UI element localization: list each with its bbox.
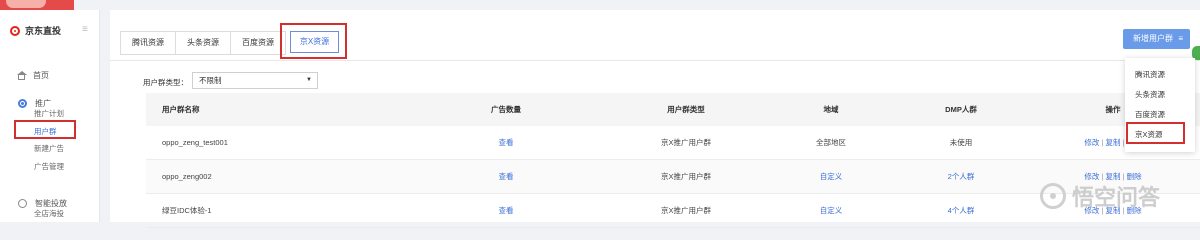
sidebar-item-campaigns[interactable]: 推广计划 xyxy=(34,108,64,119)
new-user-group-label: 新增用户群 xyxy=(1133,34,1173,43)
sidebar-item-new-ad[interactable]: 新建广告 xyxy=(34,143,64,154)
menu-toggle-icon[interactable]: ≡ xyxy=(82,24,88,35)
promo-icon xyxy=(18,99,27,108)
user-group-type: 京X推广用户群 xyxy=(660,172,711,181)
resource-tabs: 腾讯资源 头条资源 百度资源 xyxy=(120,31,286,55)
jd-logo-icon xyxy=(10,25,20,36)
region-custom-link[interactable]: 自定义 xyxy=(766,171,896,182)
table-row: oppo_zeng_test001 查看 京X推广用户群 全部地区 未使用 修改… xyxy=(146,126,1200,160)
filter-label: 用户群类型： xyxy=(143,78,188,87)
user-group-type: 京X推广用户群 xyxy=(660,206,711,215)
view-ads-link[interactable]: 查看 xyxy=(406,171,606,182)
select-value: 不限制 xyxy=(199,76,222,85)
sidebar-item-home[interactable]: 首页 xyxy=(17,70,49,81)
dmp-value: 未使用 xyxy=(949,138,973,147)
dmp-link[interactable]: 2个人群 xyxy=(896,171,1026,182)
column-header: 地域 xyxy=(823,105,839,114)
tab-tencent[interactable]: 腾讯资源 xyxy=(120,31,176,55)
annotation-highlight-jdx-tab: 京X资源 xyxy=(280,23,347,59)
dropdown-item-toutiao[interactable]: 头条资源 xyxy=(1135,89,1165,100)
copy-link[interactable]: 复制 xyxy=(1106,138,1121,147)
separator: | xyxy=(1101,138,1104,147)
divider xyxy=(110,60,1200,61)
logo-mark xyxy=(6,0,46,8)
brand[interactable]: 京东直投 xyxy=(10,24,61,37)
column-header: 用户群名称 xyxy=(162,105,200,114)
edit-link[interactable]: 修改 xyxy=(1084,138,1099,147)
sidebar: 京东直投 ≡ 首页 推广 推广计划 用户群 新建广告 广告管理 智能投放 全店海… xyxy=(0,10,100,222)
logo-strip xyxy=(0,0,74,10)
top-bar xyxy=(0,0,1200,10)
menu-icon: ≡ xyxy=(1178,34,1183,43)
region-value: 全部地区 xyxy=(816,138,846,147)
watermark: 悟空问答 xyxy=(1040,170,1200,222)
user-group-type: 京X推广用户群 xyxy=(660,138,711,147)
dmp-link[interactable]: 4个人群 xyxy=(896,205,1026,216)
user-group-name: oppo_zeng_test001 xyxy=(162,138,228,147)
user-group-name: 绿豆IDC体验-1 xyxy=(162,206,212,215)
user-group-type-select[interactable]: 不限制 ▼ xyxy=(192,72,318,89)
view-ads-link[interactable]: 查看 xyxy=(406,205,606,216)
dropdown-item-baidu[interactable]: 百度资源 xyxy=(1135,109,1165,120)
sidebar-item-store-ads[interactable]: 全店海投 xyxy=(34,208,64,219)
region-custom-link[interactable]: 自定义 xyxy=(766,205,896,216)
tab-baidu[interactable]: 百度资源 xyxy=(230,31,286,55)
tab-jdx[interactable]: 京X资源 xyxy=(290,31,339,53)
view-ads-link[interactable]: 查看 xyxy=(406,137,606,148)
sidebar-item-label: 首页 xyxy=(33,71,49,80)
annotation-highlight-user-groups xyxy=(14,120,76,139)
home-icon xyxy=(17,70,27,80)
tab-toutiao[interactable]: 头条资源 xyxy=(175,31,231,55)
watermark-text: 悟空问答 xyxy=(1072,185,1161,210)
dropdown-item-tencent[interactable]: 腾讯资源 xyxy=(1135,69,1165,80)
brand-name: 京东直投 xyxy=(25,26,62,36)
chevron-down-icon: ▼ xyxy=(306,77,312,83)
wukong-logo-icon xyxy=(1040,183,1066,209)
smart-delivery-icon xyxy=(18,199,27,208)
annotation-highlight-jdx-option xyxy=(1126,122,1185,144)
table-header: 用户群名称 广告数量 用户群类型 地域 DMP人群 操作 xyxy=(146,93,1200,126)
sidebar-item-ad-management[interactable]: 广告管理 xyxy=(34,161,64,172)
column-header: 用户群类型 xyxy=(667,105,705,114)
column-header: 广告数量 xyxy=(491,105,521,114)
user-group-name: oppo_zeng002 xyxy=(162,172,212,181)
new-user-group-button[interactable]: 新增用户群 ≡ xyxy=(1123,29,1190,49)
column-header: DMP人群 xyxy=(945,105,977,114)
